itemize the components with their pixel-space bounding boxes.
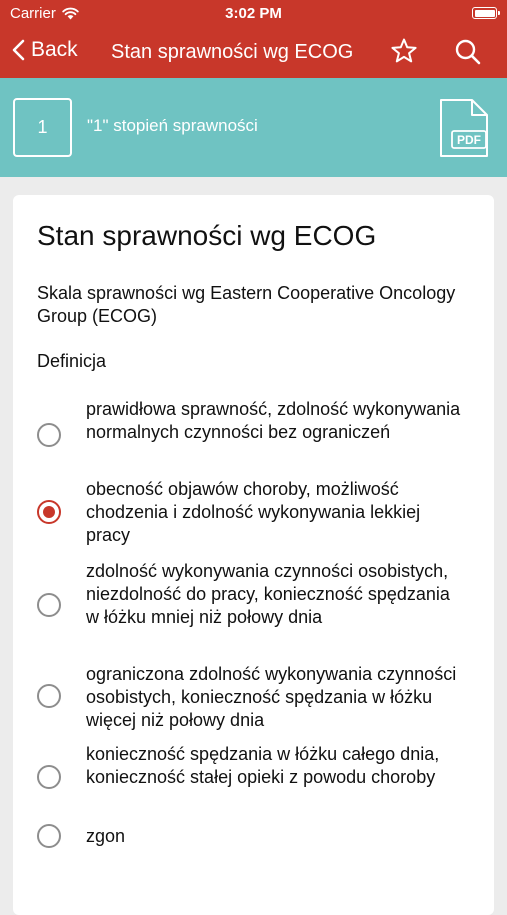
radio-button[interactable] <box>37 824 61 848</box>
score-box: 1 <box>13 98 72 157</box>
back-button[interactable]: Back <box>12 38 78 62</box>
back-label: Back <box>31 38 78 61</box>
favorite-button[interactable] <box>390 37 418 70</box>
option-label: ograniczona zdolność wykonywania czynnoś… <box>86 664 457 730</box>
option-label: zdolność wykonywania czynności osobistyc… <box>86 561 450 627</box>
radio-button[interactable] <box>37 684 61 708</box>
option-label: konieczność spędzania w łóżku całego dni… <box>86 744 440 787</box>
score-label: "1" stopień sprawności <box>87 116 258 135</box>
clock: 3:02 PM <box>225 5 282 22</box>
content-card: Stan sprawności wg ECOG Skala sprawności… <box>13 195 494 915</box>
nav-bar: Back Stan sprawności wg ECOG <box>0 28 507 78</box>
status-bar: Carrier 3:02 PM <box>0 0 507 28</box>
search-button[interactable] <box>454 38 482 71</box>
star-icon <box>391 38 417 63</box>
card-title: Stan sprawności wg ECOG <box>37 220 377 251</box>
option-label: prawidłowa sprawność, zdolność wykonywan… <box>86 399 461 442</box>
radio-button[interactable] <box>37 765 61 789</box>
card-description: Skala sprawności wg Eastern Cooperative … <box>37 283 456 326</box>
radio-button-selected[interactable] <box>37 500 61 524</box>
battery-icon <box>472 7 500 19</box>
score-band: 1 "1" stopień sprawności PDF <box>0 78 507 177</box>
pdf-button[interactable]: PDF <box>438 97 490 164</box>
radio-button[interactable] <box>37 593 61 617</box>
nav-title: Stan sprawności wg ECOG <box>111 41 354 63</box>
search-icon <box>455 39 481 65</box>
pdf-file-icon: PDF <box>440 99 488 157</box>
chevron-left-icon <box>12 39 25 61</box>
definition-label: Definicja <box>37 351 107 371</box>
pdf-label: PDF <box>457 133 481 147</box>
option-label: zgon <box>86 826 126 846</box>
option-label: obecność objawów choroby, możliwość chod… <box>86 479 421 545</box>
radio-button[interactable] <box>37 423 61 447</box>
